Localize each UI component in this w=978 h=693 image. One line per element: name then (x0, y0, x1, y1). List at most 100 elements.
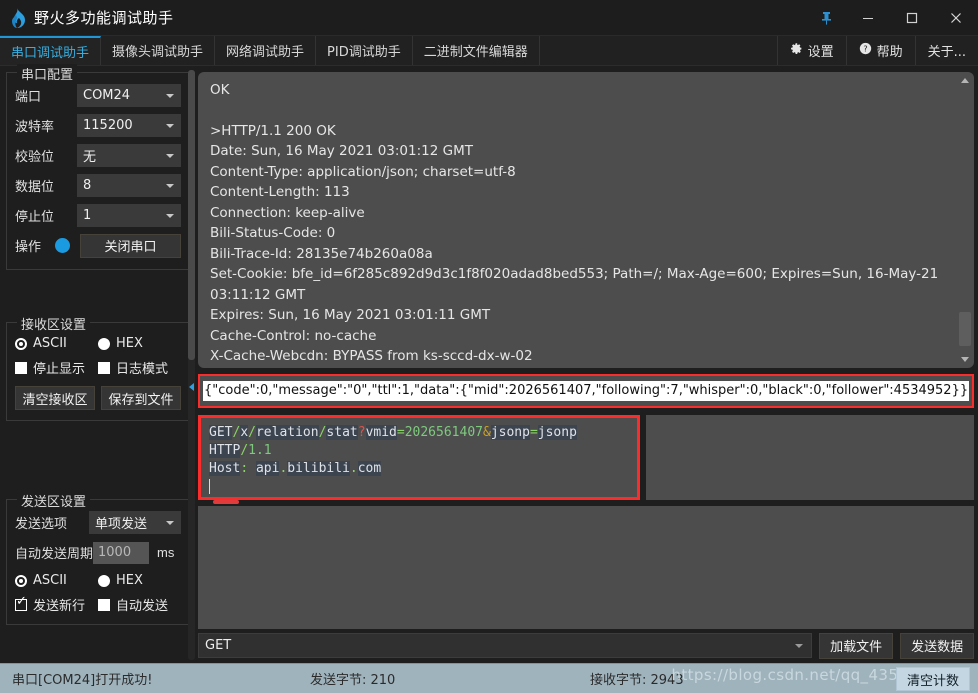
chevron-down-icon (166, 183, 174, 188)
clear-receive-button[interactable]: 清空接收区 (15, 386, 95, 410)
recv-line: X-Cache-Webcdn: BYPASS from ks-sccd-dx-w… (210, 348, 533, 364)
tab-pid[interactable]: PID调试助手 (316, 36, 413, 65)
send-ascii-label: ASCII (33, 573, 67, 588)
port-row: 端口 COM24 (15, 82, 181, 109)
host-part-1: api (255, 461, 280, 476)
command-value: GET (205, 638, 232, 653)
scroll-down-icon[interactable] (961, 357, 970, 362)
text-cursor (209, 479, 210, 494)
clear-count-button[interactable]: 清空计数 (895, 667, 970, 691)
maximize-icon[interactable] (890, 0, 934, 36)
path-seg-1: x (240, 425, 249, 440)
command-combo[interactable]: GET (198, 633, 813, 658)
parity-value: 无 (83, 150, 97, 165)
help-label: 帮助 (876, 45, 903, 60)
host-colon: : (240, 461, 249, 476)
send-hex-option[interactable]: HEX (98, 573, 181, 588)
host-part-2: bilibili (287, 461, 350, 476)
about-button[interactable]: 关于... (914, 36, 978, 65)
port-select[interactable]: COM24 (77, 84, 181, 107)
tab-camera[interactable]: 摄像头调试助手 (101, 36, 216, 65)
body: 串口配置 端口 COM24 波特率 115200 校验位 无 数据位 8 停止位… (0, 64, 978, 663)
send-host-line: Host: api.bilibili.com (209, 460, 629, 478)
question-circle-icon: ? (859, 42, 872, 59)
tab-binary-editor[interactable]: 二进制文件编辑器 (413, 36, 540, 65)
auto-period-input[interactable]: 1000 (93, 541, 150, 564)
path-seg-3: stat (326, 425, 358, 440)
stop-display-label: 停止显示 (33, 362, 86, 377)
baud-select[interactable]: 115200 (77, 114, 181, 137)
checkbox-icon (15, 361, 27, 374)
tab-network[interactable]: 网络调试助手 (215, 36, 317, 65)
radio-icon (98, 337, 110, 350)
recv-line: Set-Cookie: bfe_id=6f285c892d9d3c1f8f020… (210, 266, 939, 282)
title-bar: 野火多功能调试助手 (0, 0, 978, 36)
recv-format-row: ASCII HEX (15, 336, 181, 351)
recv-line: Content-Type: application/json; charset=… (210, 163, 516, 180)
recv-line: Date: Sun, 16 May 2021 03:01:12 GMT (210, 143, 473, 159)
receive-scrollbar-thumb[interactable] (959, 312, 972, 346)
equals-sign: = (529, 425, 538, 440)
databits-select[interactable]: 8 (77, 174, 181, 197)
parity-label: 校验位 (15, 150, 55, 165)
parity-select[interactable]: 无 (77, 144, 181, 167)
auto-period-row: 自动发送周期 1000 ms (15, 539, 181, 566)
highlighted-response-box: {"code":0,"message":"0","ttl":1,"data":{… (189, 374, 975, 408)
serial-config-group: 串口配置 端口 COM24 波特率 115200 校验位 无 数据位 8 停止位… (6, 64, 190, 270)
receive-scrollbar[interactable] (958, 76, 972, 364)
auto-send-label: 自动发送 (116, 599, 169, 614)
send-toolbar: GET 加载文件 发送数据 (198, 629, 975, 663)
tabbar-spacer (540, 36, 777, 65)
ampersand: & (482, 425, 491, 440)
minimize-icon[interactable] (846, 0, 890, 36)
load-file-button[interactable]: 加载文件 (819, 632, 894, 659)
send-option-value: 单项发送 (95, 517, 148, 532)
log-mode-option[interactable]: 日志模式 (98, 358, 181, 377)
protocol-sep: / (240, 443, 249, 458)
selected-response-text: {"code":0,"message":"0","ttl":1,"data":{… (203, 381, 970, 401)
send-data-button[interactable]: 发送数据 (900, 632, 975, 659)
stopbits-select[interactable]: 1 (77, 204, 181, 227)
tab-serial[interactable]: 串口调试助手 (0, 36, 102, 65)
stopbits-value: 1 (83, 208, 92, 223)
auto-send-option[interactable]: 自动发送 (98, 595, 181, 614)
help-button[interactable]: ? 帮助 (845, 36, 915, 65)
recv-buttons-row: 清空接收区 保存到文件 (15, 386, 181, 410)
send-hex-label: HEX (116, 573, 143, 588)
save-to-file-button[interactable]: 保存到文件 (101, 386, 181, 410)
status-bar: 串口[COM24]打开成功! 发送字节: 210 接收字节: 2943 http… (0, 663, 978, 693)
checkbox-icon (98, 598, 110, 611)
protocol-version: 1.1 (248, 443, 272, 458)
scroll-up-icon[interactable] (961, 78, 970, 83)
auto-period-label: 自动发送周期 (15, 547, 94, 562)
settings-label: 设置 (807, 45, 834, 60)
close-port-button[interactable]: 关闭串口 (80, 233, 181, 258)
recv-hex-option[interactable]: HEX (98, 336, 181, 351)
selection-marker-icon (189, 383, 194, 391)
receive-area[interactable]: OK >HTTP/1.1 200 OK Date: Sun, 16 May 20… (198, 72, 975, 368)
path-seg-2: relation (255, 425, 319, 440)
stopbits-row: 停止位 1 (15, 202, 181, 229)
baud-row: 波特率 115200 (15, 112, 181, 139)
about-label: 关于... (927, 45, 966, 60)
baud-label: 波特率 (15, 120, 55, 135)
send-area-background-bottom (198, 506, 975, 629)
send-newline-option[interactable]: 发送新行 (15, 595, 98, 614)
radio-icon (15, 574, 27, 587)
stop-display-option[interactable]: 停止显示 (15, 358, 98, 377)
send-ascii-option[interactable]: ASCII (15, 573, 98, 588)
operation-row: 操作 关闭串口 (15, 232, 181, 259)
settings-button[interactable]: 设置 (776, 36, 846, 65)
recv-line: OK (210, 82, 230, 98)
serial-config-legend: 串口配置 (17, 64, 78, 83)
recv-ascii-option[interactable]: ASCII (15, 336, 98, 351)
send-area-wrap: GET/x/relation/stat?vmid=2026561407&json… (198, 415, 975, 629)
send-option-select[interactable]: 单项发送 (89, 511, 181, 534)
chevron-down-icon (166, 153, 174, 158)
close-icon[interactable] (934, 0, 978, 36)
sidebar-scrollbar[interactable] (188, 70, 195, 660)
pin-icon[interactable] (806, 0, 846, 36)
send-editor[interactable]: GET/x/relation/stat?vmid=2026561407&json… (198, 415, 640, 504)
recv-line: Cache-Control: no-cache (210, 327, 377, 344)
sidebar-scrollbar-thumb[interactable] (188, 70, 195, 360)
